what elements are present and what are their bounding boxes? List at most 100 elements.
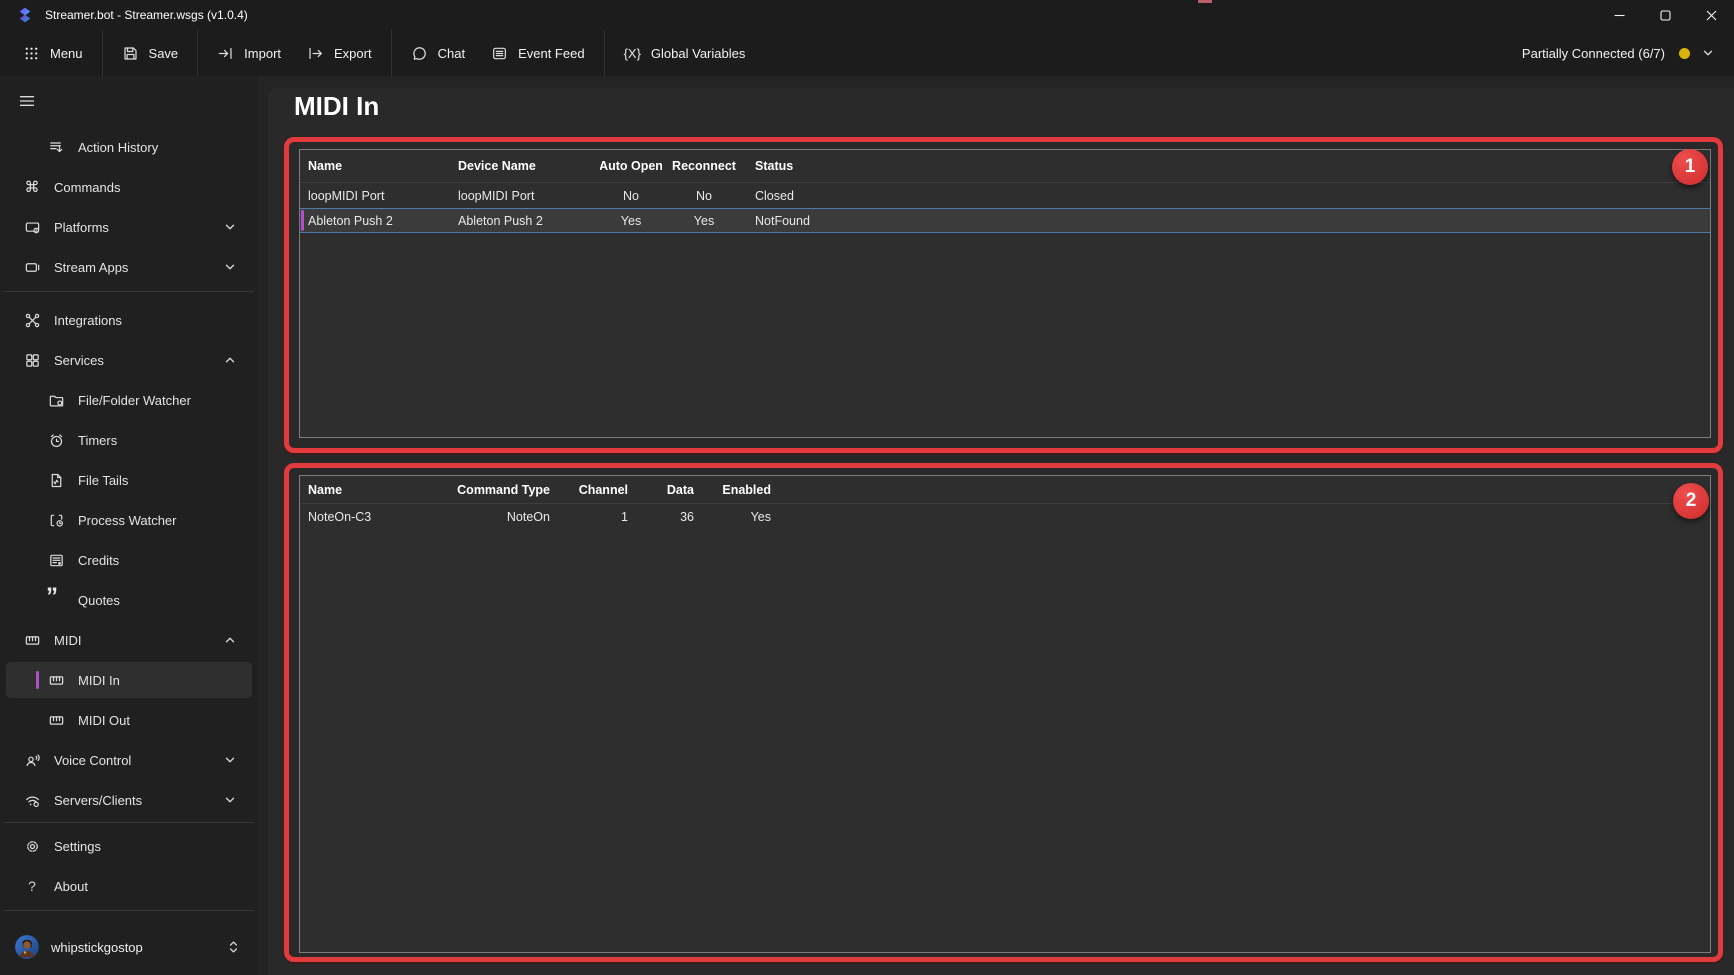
yellow-dot-icon bbox=[1679, 48, 1690, 59]
sidebar-item-commands[interactable]: ⌘ Commands bbox=[6, 169, 252, 205]
streamerbot-logo-icon bbox=[17, 7, 33, 23]
sidebar-item-label: Commands bbox=[54, 180, 120, 195]
chevron-up-icon bbox=[224, 354, 236, 366]
stream-apps-icon bbox=[22, 259, 42, 276]
cell: Ableton Push 2 bbox=[450, 208, 600, 233]
sidebar-item-quotes[interactable]: ”Quotes bbox=[6, 582, 252, 618]
sidebar-nav: Action History ⌘ Commands Platforms Stream A… bbox=[0, 129, 258, 911]
chat-button[interactable]: Chat bbox=[398, 35, 478, 71]
midi-icon bbox=[46, 712, 66, 729]
sidebar-item-file-folder-watcher[interactable]: File/Folder Watcher bbox=[6, 382, 252, 418]
global-variables-button[interactable]: {X} Global Variables bbox=[611, 35, 759, 71]
cell: 1 bbox=[550, 504, 628, 529]
chevron-down-icon bbox=[224, 754, 236, 766]
sidebar-item-label: Process Watcher bbox=[78, 513, 177, 528]
menu-label: Menu bbox=[50, 46, 83, 61]
column-header-channel[interactable]: Channel bbox=[550, 476, 628, 503]
cell: 36 bbox=[628, 504, 694, 529]
column-header-command-type[interactable]: Command Type bbox=[455, 476, 550, 503]
sidebar-item-label: About bbox=[54, 879, 88, 894]
sidebar-item-settings[interactable]: Settings bbox=[6, 828, 252, 864]
cell: loopMIDI Port bbox=[300, 183, 450, 208]
cell: NoteOn bbox=[455, 504, 550, 529]
quotes-icon: ” bbox=[46, 593, 66, 607]
close-button[interactable] bbox=[1688, 0, 1734, 30]
export-label: Export bbox=[334, 46, 372, 61]
midi-commands-table: NameCommand TypeChannelDataEnabledNoteOn… bbox=[299, 475, 1711, 953]
column-header-reconnect[interactable]: Reconnect bbox=[670, 150, 738, 182]
maximize-button[interactable] bbox=[1642, 0, 1688, 30]
toolbar-group: Chat Event Feed bbox=[392, 30, 604, 76]
table-row[interactable]: loopMIDI PortloopMIDI PortNoNoClosed bbox=[300, 183, 1710, 208]
sidebar-item-midi[interactable]: MIDI bbox=[6, 622, 252, 658]
process-watcher-icon bbox=[46, 512, 66, 529]
sidebar-item-servers-clients[interactable]: Servers/Clients bbox=[6, 782, 252, 818]
column-header-device-name[interactable]: Device Name bbox=[450, 150, 600, 182]
sidebar-item-platforms[interactable]: Platforms bbox=[6, 209, 252, 245]
export-button[interactable]: Export bbox=[294, 35, 385, 71]
screen-artifact bbox=[1198, 0, 1212, 3]
column-header-name[interactable]: Name bbox=[300, 476, 455, 503]
global-variables-label: Global Variables bbox=[651, 46, 745, 61]
titlebar: Streamer.bot - Streamer.wsgs (v1.0.4) bbox=[0, 0, 1734, 30]
chat-label: Chat bbox=[438, 46, 465, 61]
sidebar-item-midi-out[interactable]: MIDI Out bbox=[6, 702, 252, 738]
sidebar-item-credits[interactable]: Credits bbox=[6, 542, 252, 578]
dots-grid-icon bbox=[23, 45, 40, 62]
column-header-status[interactable]: Status bbox=[747, 150, 867, 182]
nav-toggle-button[interactable] bbox=[8, 84, 46, 117]
sidebar-item-label: Stream Apps bbox=[54, 260, 128, 275]
chevron-up-icon bbox=[224, 634, 236, 646]
cell: loopMIDI Port bbox=[450, 183, 600, 208]
cell: Yes bbox=[694, 504, 771, 529]
servers-clients-icon bbox=[22, 792, 42, 809]
user-account-row[interactable]: whipstickgostop bbox=[6, 925, 252, 969]
sidebar: Action History ⌘ Commands Platforms Stream A… bbox=[0, 76, 258, 975]
avatar bbox=[15, 935, 39, 959]
folder-watcher-icon bbox=[46, 392, 66, 409]
sidebar-divider bbox=[4, 822, 254, 823]
row-selection-indicator bbox=[301, 210, 304, 231]
chevron-updown-icon bbox=[227, 940, 240, 954]
export-icon bbox=[307, 45, 324, 62]
global-variables-icon: {X} bbox=[624, 46, 641, 61]
sidebar-item-timers[interactable]: Timers bbox=[6, 422, 252, 458]
sidebar-item-services[interactable]: Services bbox=[6, 342, 252, 378]
sidebar-item-voice-control[interactable]: Voice Control bbox=[6, 742, 252, 778]
column-header-name[interactable]: Name bbox=[300, 150, 450, 182]
sidebar-item-label: File Tails bbox=[78, 473, 128, 488]
toolbar: Menu Save Import Export Chat Event Feed {X} Glo… bbox=[0, 30, 1734, 76]
midi-devices-table: NameDevice NameAuto OpenReconnectStatusl… bbox=[299, 149, 1711, 438]
menu-button[interactable]: Menu bbox=[10, 35, 96, 71]
sidebar-item-label: Timers bbox=[78, 433, 117, 448]
sidebar-item-stream-apps[interactable]: Stream Apps bbox=[6, 249, 252, 285]
commands-icon: ⌘ bbox=[22, 178, 42, 196]
save-button[interactable]: Save bbox=[109, 35, 192, 71]
import-button[interactable]: Import bbox=[204, 35, 294, 71]
credits-icon bbox=[46, 552, 66, 569]
column-header-data[interactable]: Data bbox=[628, 476, 694, 503]
sidebar-item-label: Servers/Clients bbox=[54, 793, 142, 808]
platforms-icon bbox=[22, 219, 42, 236]
page-title: MIDI In bbox=[294, 88, 379, 124]
annotation-badge-2: 2 bbox=[1673, 483, 1709, 519]
connection-status[interactable]: Partially Connected (6/7) bbox=[1522, 46, 1734, 61]
sidebar-item-process-watcher[interactable]: Process Watcher bbox=[6, 502, 252, 538]
window-controls bbox=[1596, 0, 1734, 30]
table-row[interactable]: NoteOn-C3NoteOn136Yes bbox=[300, 504, 1710, 529]
event-feed-icon bbox=[491, 45, 508, 62]
cell: No bbox=[600, 183, 662, 208]
toolbar-group: {X} Global Variables bbox=[605, 30, 765, 76]
column-header-auto-open[interactable]: Auto Open bbox=[600, 150, 662, 182]
sidebar-item-integrations[interactable]: Integrations bbox=[6, 302, 252, 338]
minimize-button[interactable] bbox=[1596, 0, 1642, 30]
sidebar-item-action-history[interactable]: Action History bbox=[6, 129, 252, 165]
sidebar-item-file-tails[interactable]: File Tails bbox=[6, 462, 252, 498]
midi-icon bbox=[46, 672, 66, 689]
sidebar-item-about[interactable]: ?About bbox=[6, 868, 252, 904]
event-feed-button[interactable]: Event Feed bbox=[478, 35, 598, 71]
action-history-icon bbox=[46, 139, 66, 156]
sidebar-item-midi-in[interactable]: MIDI In bbox=[6, 662, 252, 698]
table-row[interactable]: Ableton Push 2Ableton Push 2YesYesNotFou… bbox=[300, 208, 1710, 233]
column-header-enabled[interactable]: Enabled bbox=[694, 476, 771, 503]
